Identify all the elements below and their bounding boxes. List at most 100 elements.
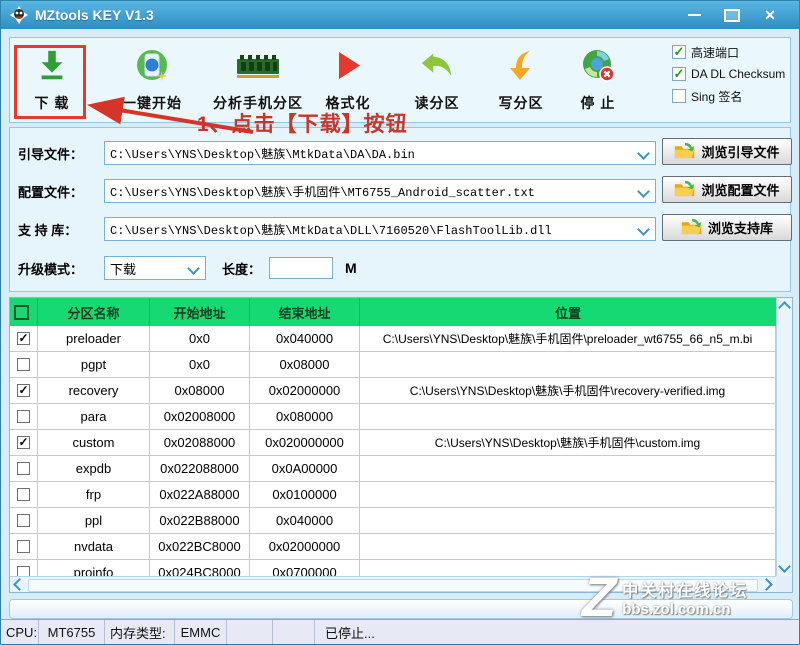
table-row[interactable]: para0x020080000x080000 [10,404,776,430]
scatter-file-row: 配置文件： C:\Users\YNS\Desktop\魅族\手机固件\MT675… [10,178,790,204]
close-icon: ✕ [764,8,776,22]
table-row[interactable]: nvdata0x022BC80000x02000000 [10,534,776,560]
browse-library-button[interactable]: 浏览支持库 [662,214,792,241]
table-row[interactable]: ✓ preloader0x00x040000C:\Users\YNS\Deskto… [10,326,776,352]
read-partition-button[interactable]: 读分区 [398,43,476,117]
row-select-cell[interactable]: ✓ [10,378,38,403]
boot-file-label: 引导文件： [10,144,104,163]
row-select-cell[interactable] [10,456,38,481]
status-cell-empty [227,620,273,644]
row-checkbox[interactable]: ✓ [17,332,30,345]
stop-button[interactable]: 停 止 [562,43,634,117]
scroll-left-icon[interactable] [10,577,26,592]
header-end-address[interactable]: 结束地址 [250,298,360,326]
table-vscrollbar[interactable] [776,298,792,576]
row-checkbox[interactable] [17,488,30,501]
start-address-cell: 0x022088000 [150,456,250,481]
table-hscrollbar[interactable] [10,576,776,592]
header-location[interactable]: 位置 [360,298,776,326]
upgrade-mode-combo[interactable]: 下载 [104,256,206,280]
row-select-cell[interactable]: ✓ [10,326,38,351]
location-cell: C:\Users\YNS\Desktop\魅族\手机固件\preloader_w… [360,326,776,351]
chevron-down-icon[interactable] [187,262,200,275]
location-cell [360,482,776,507]
checkbox-icon[interactable]: ✓ [672,67,686,81]
row-checkbox[interactable]: ✓ [17,384,30,397]
header-start-address[interactable]: 开始地址 [150,298,250,326]
row-checkbox[interactable] [17,514,30,527]
table-row[interactable]: pgpt0x00x08000 [10,352,776,378]
row-checkbox[interactable] [17,358,30,371]
select-all-header-cell[interactable] [10,298,38,326]
row-select-cell[interactable] [10,482,38,507]
toolbar-checkbox-group: ✓ 高速端口 ✓ DA DL Checksum Sing 签名 [672,44,785,104]
close-button[interactable]: ✕ [759,6,781,24]
boot-file-row: 引导文件： C:\Users\YNS\Desktop\魅族\MtkData\DA… [10,140,790,166]
checkbox-icon[interactable] [672,89,686,103]
row-checkbox[interactable] [17,540,30,553]
start-address-cell: 0x0 [150,326,250,351]
table-row[interactable]: ppl0x022B880000x040000 [10,508,776,534]
table-row[interactable]: frp0x022A880000x0100000 [10,482,776,508]
sign-checkbox[interactable]: Sing 签名 [672,88,785,104]
location-cell [360,508,776,533]
memory-chip-icon [235,46,281,86]
highspeed-port-checkbox[interactable]: ✓ 高速端口 [672,44,785,60]
table-row[interactable]: expdb0x0220880000x0A00000 [10,456,776,482]
browse-boot-button[interactable]: 浏览引导文件 [662,138,792,165]
start-address-cell: 0x02008000 [150,404,250,429]
browse-scatter-button[interactable]: 浏览配置文件 [662,176,792,203]
scroll-right-icon[interactable] [760,577,776,592]
app-icon [9,5,29,25]
partition-name-cell: preloader [38,326,150,351]
library-file-value: C:\Users\YNS\Desktop\魅族\MtkData\DLL\7160… [110,221,552,238]
library-file-combo[interactable]: C:\Users\YNS\Desktop\魅族\MtkData\DLL\7160… [104,217,656,241]
row-select-cell[interactable]: ✓ [10,430,38,455]
analyze-partitions-button[interactable]: 分析手机分区 [202,43,314,117]
end-address-cell: 0x0100000 [250,482,360,507]
chevron-down-icon[interactable] [637,147,650,160]
row-select-cell[interactable] [10,352,38,377]
checkbox-icon[interactable]: ✓ [672,45,686,59]
minimize-button[interactable] [683,6,705,24]
cpu-label: CPU: [1,620,39,644]
table-row[interactable]: ✓recovery0x080000x02000000C:\Users\YNS\D… [10,378,776,404]
chevron-down-icon[interactable] [637,185,650,198]
table-row[interactable]: ✓custom0x020880000x020000000C:\Users\YNS… [10,430,776,456]
row-checkbox[interactable] [17,462,30,475]
scroll-up-icon[interactable] [777,298,792,314]
browse-button-label: 浏览配置文件 [701,180,779,199]
scatter-file-combo[interactable]: C:\Users\YNS\Desktop\魅族\手机固件\MT6755_Andr… [104,179,656,203]
row-checkbox[interactable] [17,566,30,576]
maximize-icon [724,9,740,22]
hscroll-thumb[interactable] [28,579,758,592]
window-title: MZtools KEY V1.3 [35,7,154,23]
maximize-button[interactable] [721,6,743,24]
da-dl-checksum-checkbox[interactable]: ✓ DA DL Checksum [672,66,785,82]
partition-name-cell: pgpt [38,352,150,377]
row-select-cell[interactable] [10,508,38,533]
row-checkbox[interactable]: ✓ [17,436,30,449]
write-arrow-icon [502,46,540,86]
location-cell [360,352,776,377]
length-input[interactable] [269,257,333,279]
browse-button-label: 浏览支持库 [708,218,773,237]
partition-table-body: ✓ preloader0x00x040000C:\Users\YNS\Deskto… [10,326,776,576]
one-key-start-button[interactable]: 一键开始 [106,43,198,117]
location-cell [360,456,776,481]
format-button[interactable]: 格式化 [312,43,384,117]
row-select-cell[interactable] [10,534,38,559]
row-select-cell[interactable] [10,560,38,576]
select-all-checkbox-icon[interactable] [14,305,29,320]
row-checkbox[interactable] [17,410,30,423]
row-select-cell[interactable] [10,404,38,429]
toolbar-button-label: 停 止 [581,93,616,113]
write-partition-button[interactable]: 写分区 [482,43,560,117]
header-partition-name[interactable]: 分区名称 [38,298,150,326]
boot-file-combo[interactable]: C:\Users\YNS\Desktop\魅族\MtkData\DA\DA.bi… [104,141,656,165]
chevron-down-icon[interactable] [637,223,650,236]
scatter-file-label: 配置文件： [10,182,104,201]
scroll-down-icon[interactable] [777,560,792,576]
end-address-cell: 0x040000 [250,326,360,351]
table-row[interactable]: proinfo0x024BC80000x0700000 [10,560,776,576]
